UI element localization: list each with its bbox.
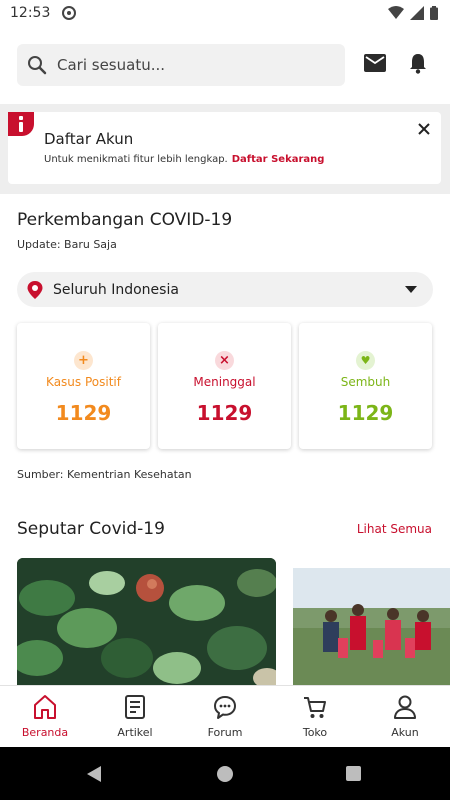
nav-item-akun[interactable]: Akun	[360, 686, 450, 748]
search-input[interactable]: Cari sesuatu...	[17, 44, 345, 86]
nav-label-beranda: Beranda	[21, 726, 69, 739]
nav-label-toko: Toko	[302, 726, 328, 739]
banner-title: Daftar Akun	[44, 130, 134, 148]
home-button-icon[interactable]	[217, 766, 233, 782]
app-notification-icon	[62, 6, 77, 20]
bell-icon[interactable]	[408, 52, 428, 74]
wifi-icon	[388, 6, 404, 19]
stat-card-recovered: ♥ Sembuh 1129	[299, 323, 432, 449]
location-pin-icon	[27, 280, 43, 299]
heart-icon: ♥	[356, 351, 375, 370]
nav-item-beranda[interactable]: Beranda	[0, 686, 90, 748]
people-photo	[293, 568, 450, 693]
source-text: Sumber: Kementrian Kesehatan	[17, 468, 192, 481]
search-placeholder: Cari sesuatu...	[57, 56, 166, 74]
cart-icon	[304, 697, 326, 718]
nav-label-forum: Forum	[207, 726, 243, 739]
home-icon	[34, 695, 56, 719]
status-time: 12:53	[10, 5, 51, 21]
back-icon[interactable]	[87, 766, 101, 782]
status-bar: 12:53	[0, 0, 450, 26]
plants-photo	[17, 558, 276, 693]
status-icons	[388, 6, 438, 20]
cross-icon: ×	[215, 351, 234, 370]
nav-label-artikel: Artikel	[117, 726, 153, 739]
stat-card-positive: + Kasus Positif 1129	[17, 323, 150, 449]
top-bar: Cari sesuatu...	[0, 26, 450, 104]
plus-icon: +	[74, 351, 93, 370]
bottom-navigation: Beranda Artikel Forum Toko Akun	[0, 685, 450, 747]
stat-label-death: Meninggal	[193, 375, 256, 389]
see-all-link[interactable]: Lihat Semua	[357, 522, 432, 536]
stat-value-death: 1129	[196, 401, 253, 425]
stat-card-death: × Meninggal 1129	[158, 323, 291, 449]
banner-subtitle-text: Untuk menikmati fitur lebih lengkap.	[44, 154, 228, 165]
region-dropdown[interactable]: Seluruh Indonesia	[17, 272, 433, 307]
stat-label-recovered: Sembuh	[340, 375, 391, 389]
search-icon	[28, 56, 47, 75]
news-section-title: Seputar Covid-19	[17, 519, 165, 539]
banner-subtitle: Untuk menikmati fitur lebih lengkap. Daft…	[44, 154, 324, 165]
info-icon	[8, 112, 34, 136]
region-selected-value: Seluruh Indonesia	[53, 281, 179, 298]
article-image-people[interactable]	[293, 568, 450, 693]
nav-item-toko[interactable]: Toko	[270, 686, 360, 748]
nav-item-forum[interactable]: Forum	[180, 686, 270, 748]
system-navigation-bar	[0, 747, 450, 800]
forum-icon	[214, 696, 236, 719]
covid-section-title: Perkembangan COVID-19	[17, 210, 233, 230]
stat-value-positive: 1129	[55, 401, 112, 425]
covid-update-text: Update: Baru Saja	[17, 238, 117, 251]
nav-label-akun: Akun	[391, 726, 419, 739]
mail-icon[interactable]	[364, 54, 386, 72]
signal-icon	[410, 6, 424, 20]
stat-value-recovered: 1129	[337, 401, 394, 425]
register-banner: Daftar Akun Untuk menikmati fitur lebih …	[8, 112, 441, 184]
battery-icon	[430, 6, 438, 20]
user-icon	[394, 695, 416, 719]
recents-icon[interactable]	[346, 766, 361, 781]
stat-label-positive: Kasus Positif	[46, 375, 121, 389]
article-icon	[125, 695, 145, 719]
nav-item-artikel[interactable]: Artikel	[90, 686, 180, 748]
register-now-link[interactable]: Daftar Sekarang	[232, 154, 325, 165]
article-image-plants[interactable]	[17, 558, 276, 693]
chevron-down-icon	[405, 286, 417, 293]
close-icon[interactable]	[417, 122, 431, 136]
